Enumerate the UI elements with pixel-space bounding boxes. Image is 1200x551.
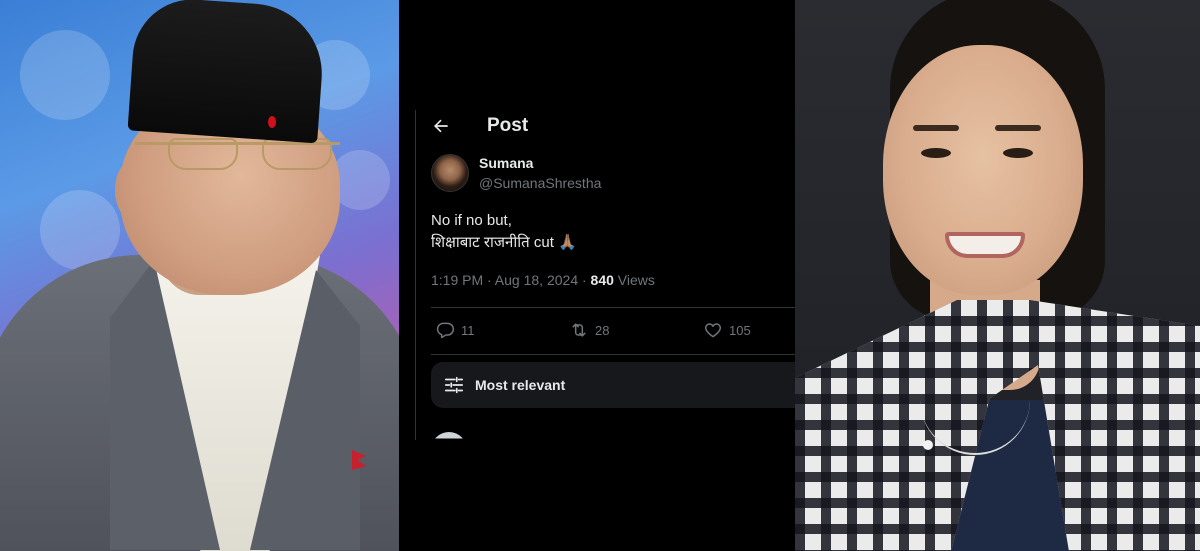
- repost-button[interactable]: 28: [569, 320, 703, 340]
- reply-count: 11: [461, 322, 475, 338]
- like-button[interactable]: 105: [703, 320, 751, 340]
- right-portrait-photo: [795, 0, 1200, 551]
- arrow-left-icon[interactable]: [431, 116, 451, 136]
- post-actions: 11 28 105: [435, 320, 751, 340]
- post-header: Post: [431, 113, 528, 139]
- reply-icon: [436, 322, 455, 339]
- sort-replies-button[interactable]: Most relevant: [431, 362, 795, 408]
- repost-icon: [572, 323, 586, 337]
- page-title: Post: [487, 115, 529, 136]
- author-name[interactable]: Sumana: [479, 155, 533, 171]
- divider: [431, 354, 795, 355]
- avatar[interactable]: [431, 154, 469, 192]
- reply-button[interactable]: 11: [435, 320, 569, 340]
- avatar[interactable]: [431, 432, 467, 439]
- post-panel: Post Sumana @SumanaShrestha No if no but…: [399, 0, 795, 551]
- post-meta: 1:19 PM · Aug 18, 2024 · 840 Views: [431, 272, 655, 288]
- sort-label: Most relevant: [475, 377, 566, 393]
- like-count: 105: [729, 322, 751, 338]
- heart-icon: [704, 323, 722, 338]
- divider: [415, 110, 416, 440]
- author-handle[interactable]: @SumanaShrestha: [479, 175, 601, 191]
- views-label: Views: [613, 272, 655, 288]
- post-timestamp[interactable]: 1:19 PM · Aug 18, 2024 ·: [431, 272, 591, 288]
- repost-count: 28: [595, 322, 610, 338]
- divider: [431, 307, 795, 308]
- post-text: No if no but, शिक्षाबाट राजनीति cut 🙏🏽: [431, 212, 577, 251]
- sliders-icon: [444, 376, 464, 394]
- views-count: 840: [590, 272, 614, 288]
- left-portrait-photo: [0, 0, 399, 551]
